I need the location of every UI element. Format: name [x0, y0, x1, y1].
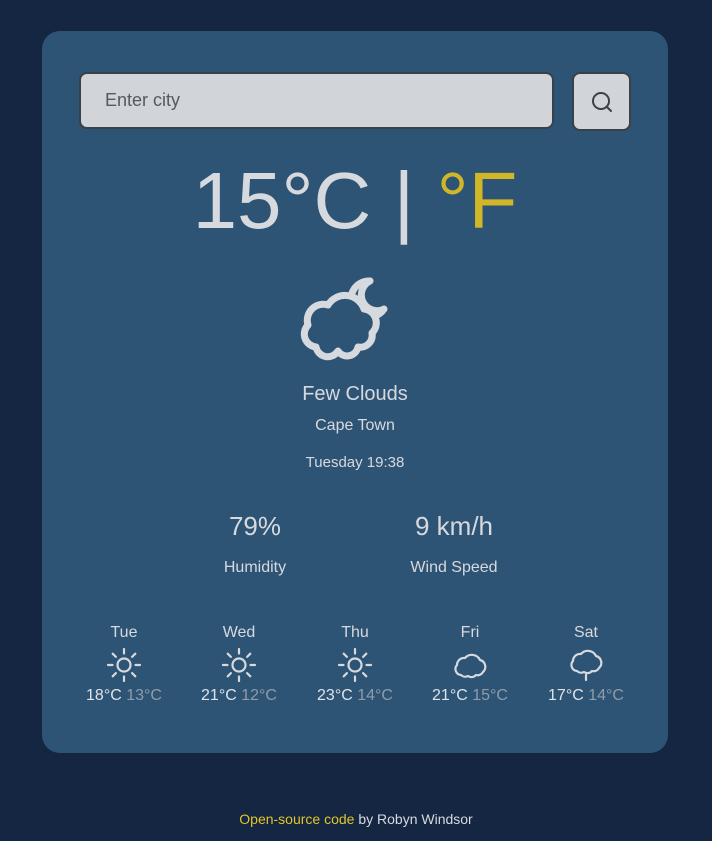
forecast-temps: 23°C 14°C [305, 687, 405, 705]
forecast-high: 23°C [317, 687, 353, 704]
celsius-unit-link[interactable]: °C [282, 156, 372, 245]
sun-icon [221, 647, 257, 683]
city-name: Cape Town [315, 417, 395, 434]
forecast-day-name: Wed [222, 624, 256, 641]
fahrenheit-unit-link[interactable]: °F [437, 156, 518, 245]
forecast-high: 21°C [432, 687, 468, 704]
footer: Open-source code by Robyn Windsor [0, 811, 712, 827]
date-time: Tuesday 19:38 [305, 454, 405, 471]
forecast-low: 13°C [126, 687, 162, 704]
humidity-stat: 79% Humidity [185, 510, 325, 577]
forecast-day-name: Thu [341, 624, 369, 641]
sun-icon [337, 647, 373, 683]
search-icon [591, 91, 612, 112]
cloud-icon [454, 653, 487, 679]
forecast-day-name: Sat [573, 624, 598, 641]
humidity-label: Humidity [223, 559, 287, 576]
drizzle-icon [570, 649, 603, 682]
wind-speed-value: 9 km/h [414, 511, 494, 541]
sun-icon [106, 647, 142, 683]
forecast-day: Thu 23°C 14°C [305, 623, 405, 705]
few-clouds-icon [300, 277, 388, 361]
current-temperature: 15°C | °F [42, 153, 668, 249]
forecast-temps: 21°C 15°C [420, 687, 520, 705]
forecast-day: Sat 17°C 14°C [536, 623, 636, 705]
search-button[interactable] [572, 72, 631, 131]
open-source-code-link[interactable]: Open-source code [239, 811, 354, 827]
forecast-day-name: Fri [460, 624, 480, 641]
temperature-value: 15 [192, 156, 282, 245]
weather-card: 15°C | °F Few Clouds Cape Town Tuesday 1… [42, 31, 668, 753]
weather-condition: Few Clouds [302, 383, 408, 405]
forecast-high: 21°C [201, 687, 237, 704]
forecast-high: 17°C [548, 687, 584, 704]
forecast-day: Tue 18°C 13°C [74, 623, 174, 705]
wind-speed-stat: 9 km/h Wind Speed [384, 510, 524, 577]
wind-speed-label: Wind Speed [410, 559, 498, 576]
forecast-temps: 17°C 14°C [536, 687, 636, 705]
forecast-low: 12°C [241, 687, 277, 704]
forecast-low: 14°C [357, 687, 393, 704]
footer-author: by Robyn Windsor [354, 811, 473, 827]
humidity-value: 79% [228, 511, 282, 541]
forecast-low: 15°C [472, 687, 508, 704]
forecast-high: 18°C [86, 687, 122, 704]
unit-separator: | [393, 156, 415, 245]
city-search-input[interactable] [79, 72, 554, 129]
forecast-low: 14°C [588, 687, 624, 704]
forecast-day: Wed 21°C 12°C [189, 623, 289, 705]
forecast-day: Fri 21°C 15°C [420, 623, 520, 705]
forecast-temps: 18°C 13°C [74, 687, 174, 705]
forecast-day-name: Tue [110, 624, 138, 641]
forecast-temps: 21°C 12°C [189, 687, 289, 705]
